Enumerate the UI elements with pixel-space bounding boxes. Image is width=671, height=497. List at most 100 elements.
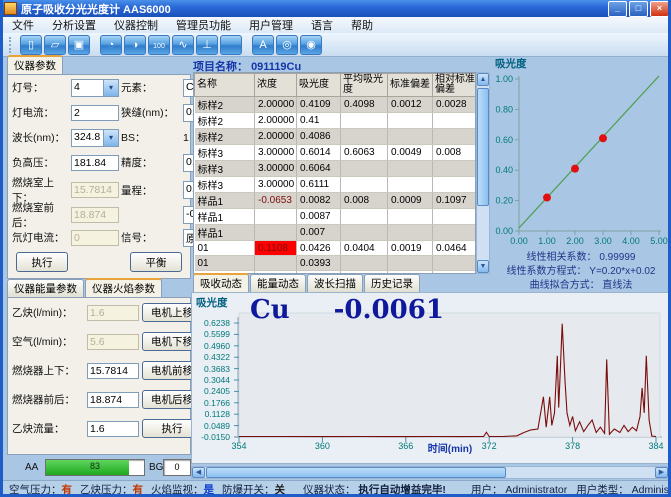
execute-button[interactable]: 执行	[16, 252, 68, 272]
chevron-down-icon[interactable]: ▾	[103, 80, 118, 96]
tab-history[interactable]: 历史记录	[364, 274, 420, 292]
column-header[interactable]: 名称	[195, 74, 255, 97]
table-scrollbar-thumb[interactable]	[477, 88, 489, 206]
balance-button[interactable]: 平衡	[130, 252, 182, 272]
cell-concentration: 0.1108	[255, 241, 297, 256]
dynamics-y-tick: 0.4960	[192, 341, 230, 351]
column-header[interactable]: 浓度	[255, 74, 297, 97]
cell-rsd	[433, 209, 477, 225]
flame-param-4-field[interactable]	[87, 421, 139, 437]
table-row[interactable]: 标样33.000000.60140.60630.00490.008	[195, 145, 477, 161]
table-scrollbar[interactable]: ▲ ▼	[476, 72, 490, 274]
param-1-left-field[interactable]	[71, 105, 119, 121]
tab-energy-params[interactable]: 仪器能量参数	[7, 279, 84, 297]
menu-item-admin-functions[interactable]: 管理员功能	[167, 16, 240, 34]
dynamics-y-tick: 0.6238	[192, 318, 230, 328]
cell-std-dev	[388, 177, 433, 193]
cell-rsd	[433, 177, 477, 193]
calibration-fit-line	[519, 76, 659, 228]
scroll-left-icon[interactable]: ◀	[192, 467, 205, 478]
column-header[interactable]: 相对标准偏差	[433, 74, 477, 97]
auto-gain-button[interactable]: A	[252, 35, 274, 55]
cell-absorbance: 0.007	[297, 225, 341, 241]
param-0-left-combo[interactable]: 4▾	[71, 79, 119, 97]
param-2-left-combo[interactable]: 324.8▾	[71, 129, 119, 147]
table-row[interactable]: 010.11080.04260.04040.00190.0464	[195, 241, 477, 256]
wavelength-scan-button[interactable]: ∿	[172, 35, 194, 55]
burner-adjust-button[interactable]: ⊥	[196, 35, 218, 55]
instrument-status-label: 仪器状态：	[303, 484, 356, 496]
table-row[interactable]: 标样33.000000.6111	[195, 177, 477, 193]
cell-name: 01	[195, 256, 255, 271]
param-label: 灯号：	[12, 80, 69, 95]
tab-instrument-params[interactable]: 仪器参数	[7, 55, 63, 74]
cell-absorbance: 0.0087	[297, 209, 341, 225]
results-area: 项目名称： 091119Cu 名称浓度吸光度平均吸光度标准偏差相对标准偏差 标样…	[193, 58, 490, 276]
column-header[interactable]: 吸光度	[297, 74, 341, 97]
table-row[interactable]: 样品10.007	[195, 225, 477, 241]
cell-concentration	[255, 256, 297, 271]
toolbar-grip	[9, 37, 14, 53]
cell-std-dev	[388, 225, 433, 241]
close-button[interactable]: ×	[650, 1, 669, 17]
instrument-param-row: 灯电流：狭缝(nm)：0.2▾	[8, 100, 190, 125]
tab-wavelength-scan[interactable]: 波长扫描	[307, 274, 363, 292]
menu-item-instrument-control[interactable]: 仪器控制	[105, 16, 167, 34]
cell-std-dev: 0.0049	[388, 145, 433, 161]
window-controls: _□×	[608, 1, 671, 17]
cell-name: 标样3	[195, 161, 255, 177]
energy-meter-button[interactable]: ◔	[100, 35, 122, 55]
flame-ignite-button[interactable]	[220, 35, 242, 55]
wavelength-scan-icon: ∿	[178, 39, 187, 51]
menu-item-help[interactable]: 帮助	[342, 16, 382, 34]
flame-param-2-field[interactable]	[87, 363, 139, 379]
chevron-down-icon[interactable]: ▾	[103, 130, 118, 146]
menu-item-language[interactable]: 语言	[302, 16, 342, 34]
meter-100-button[interactable]: 100	[148, 35, 170, 55]
scroll-down-icon[interactable]: ▼	[477, 260, 489, 273]
menu-item-user-management[interactable]: 用户管理	[240, 16, 302, 34]
menu-item-analysis-settings[interactable]: 分析设置	[43, 16, 105, 34]
param-2-left-value: 324.8	[72, 130, 103, 146]
table-row[interactable]: 样品10.0087	[195, 209, 477, 225]
table-row[interactable]: 标样33.000000.6064	[195, 161, 477, 177]
table-row[interactable]: 标样22.000000.41	[195, 113, 477, 129]
cell-concentration: 2.00000	[255, 97, 297, 113]
param-label: 灯电流：	[12, 105, 69, 120]
minimize-button[interactable]: _	[608, 1, 627, 17]
scroll-right-icon[interactable]: ▶	[655, 467, 668, 478]
menu-item-file[interactable]: 文件	[3, 16, 43, 34]
table-row[interactable]: 标样22.000000.4086	[195, 129, 477, 145]
new-file-button[interactable]: ▯	[20, 35, 42, 55]
maximize-button[interactable]: □	[629, 1, 648, 17]
h-scrollbar-thumb[interactable]	[206, 467, 506, 478]
open-file-button[interactable]: ▱	[44, 35, 66, 55]
dynamics-x-tick: 354	[231, 441, 246, 451]
scroll-up-icon[interactable]: ▲	[477, 73, 489, 86]
cell-absorbance: 0.41	[297, 113, 341, 129]
tab-energy-dynamics[interactable]: 能量动态	[250, 274, 306, 292]
cell-concentration: 3.00000	[255, 161, 297, 177]
param-3-left-field[interactable]	[71, 155, 119, 171]
tab-flame-params[interactable]: 仪器火焰参数	[85, 278, 162, 297]
column-header[interactable]: 平均吸光度	[341, 74, 388, 97]
dynamics-h-scrollbar[interactable]: ◀ ▶	[191, 466, 669, 479]
cell-avg-absorbance: 0.4098	[341, 97, 388, 113]
lamp-button[interactable]: ◎	[276, 35, 298, 55]
param-6-left-field	[71, 230, 119, 246]
safety-item-value: 关	[275, 484, 286, 496]
power-button[interactable]: ◉	[300, 35, 322, 55]
dynamics-y-tick: 0.4322	[192, 352, 230, 362]
column-header[interactable]: 标准偏差	[388, 74, 433, 97]
save-button[interactable]: ▣	[68, 35, 90, 55]
flame-param-3-field[interactable]	[87, 392, 139, 408]
table-row[interactable]: 010.0393	[195, 256, 477, 271]
tab-absorption-dynamics[interactable]: 吸收动态	[193, 273, 249, 292]
table-row[interactable]: 标样22.000000.41090.40980.00120.0028	[195, 97, 477, 113]
cell-rsd	[433, 113, 477, 129]
cell-avg-absorbance	[341, 177, 388, 193]
cell-avg-absorbance: 0.6063	[341, 145, 388, 161]
gain-meter-button[interactable]: ◑	[124, 35, 146, 55]
table-row[interactable]: 样品1-0.06530.00820.0080.00090.1097	[195, 193, 477, 209]
param-label: 负高压：	[12, 155, 69, 170]
